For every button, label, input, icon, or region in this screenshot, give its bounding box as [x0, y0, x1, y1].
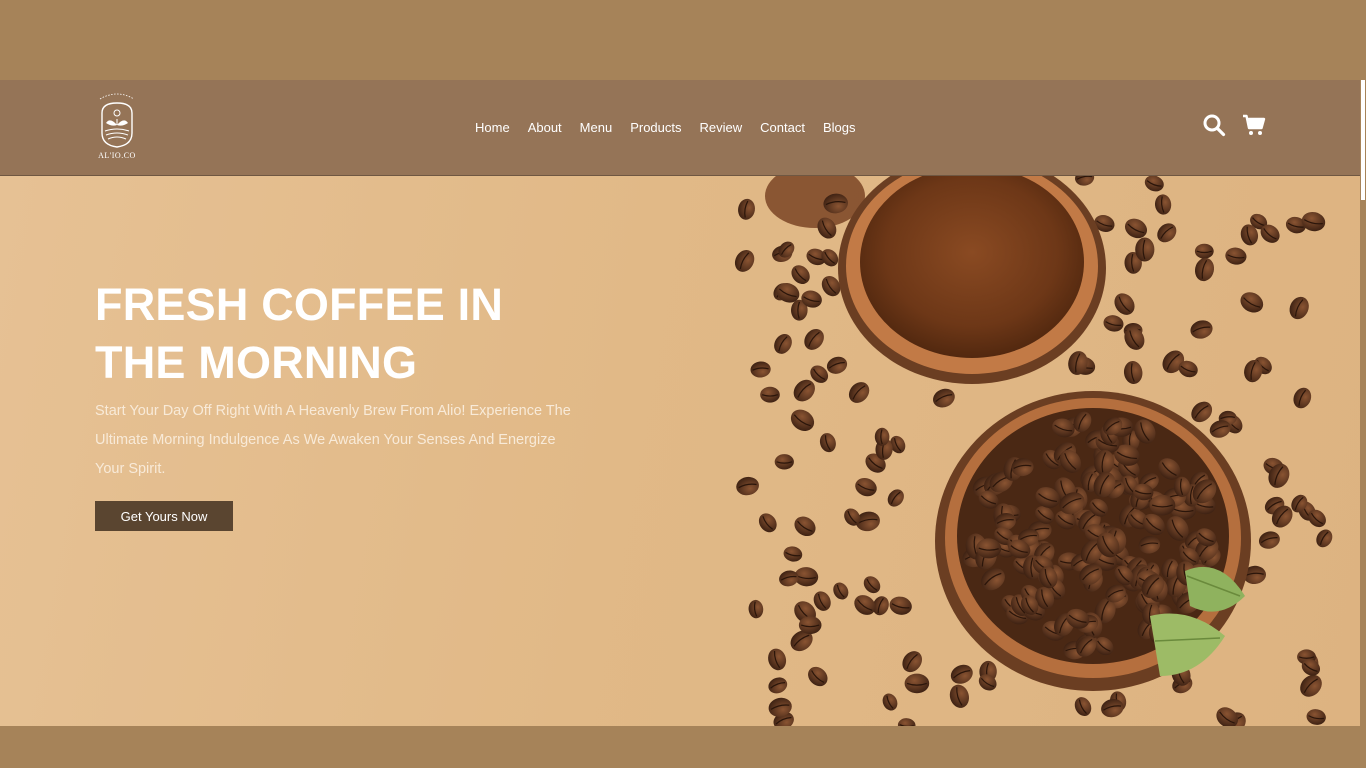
search-icon[interactable]	[1202, 113, 1226, 137]
get-yours-now-button[interactable]: Get Yours Now	[95, 501, 233, 531]
coffee-illustration	[734, 176, 1333, 726]
main-navigation: Home About Menu Products Review Contact …	[466, 116, 864, 140]
nav-menu[interactable]: Menu	[571, 116, 622, 140]
nav-contact[interactable]: Contact	[751, 116, 814, 140]
logo-emblem-icon	[99, 93, 135, 148]
nav-about[interactable]: About	[519, 116, 571, 140]
coffee-bowls-image	[700, 176, 1360, 726]
brand-logo[interactable]: AL'IO.CO	[94, 93, 140, 163]
logo-text: AL'IO.CO	[98, 151, 136, 160]
nav-review[interactable]: Review	[691, 116, 752, 140]
cart-icon[interactable]	[1242, 113, 1266, 137]
website-viewport: AL'IO.CO Home About Menu Products Review…	[0, 80, 1360, 726]
hero-title-line-2: THE MORNING	[95, 337, 418, 388]
hero-title-line-1: FRESH COFFEE IN	[95, 279, 504, 330]
site-header: AL'IO.CO Home About Menu Products Review…	[0, 80, 1360, 176]
scrollbar-thumb[interactable]	[1361, 80, 1365, 200]
nav-home[interactable]: Home	[466, 116, 519, 140]
hero-section: FRESH COFFEE IN THE MORNING Start Your D…	[0, 176, 1360, 726]
hero-description: Start Your Day Off Right With A Heavenly…	[95, 403, 571, 477]
nav-products[interactable]: Products	[621, 116, 690, 140]
nav-blogs[interactable]: Blogs	[814, 116, 865, 140]
hero-title: FRESH COFFEE IN THE MORNING	[95, 276, 615, 392]
header-actions	[1202, 113, 1266, 137]
